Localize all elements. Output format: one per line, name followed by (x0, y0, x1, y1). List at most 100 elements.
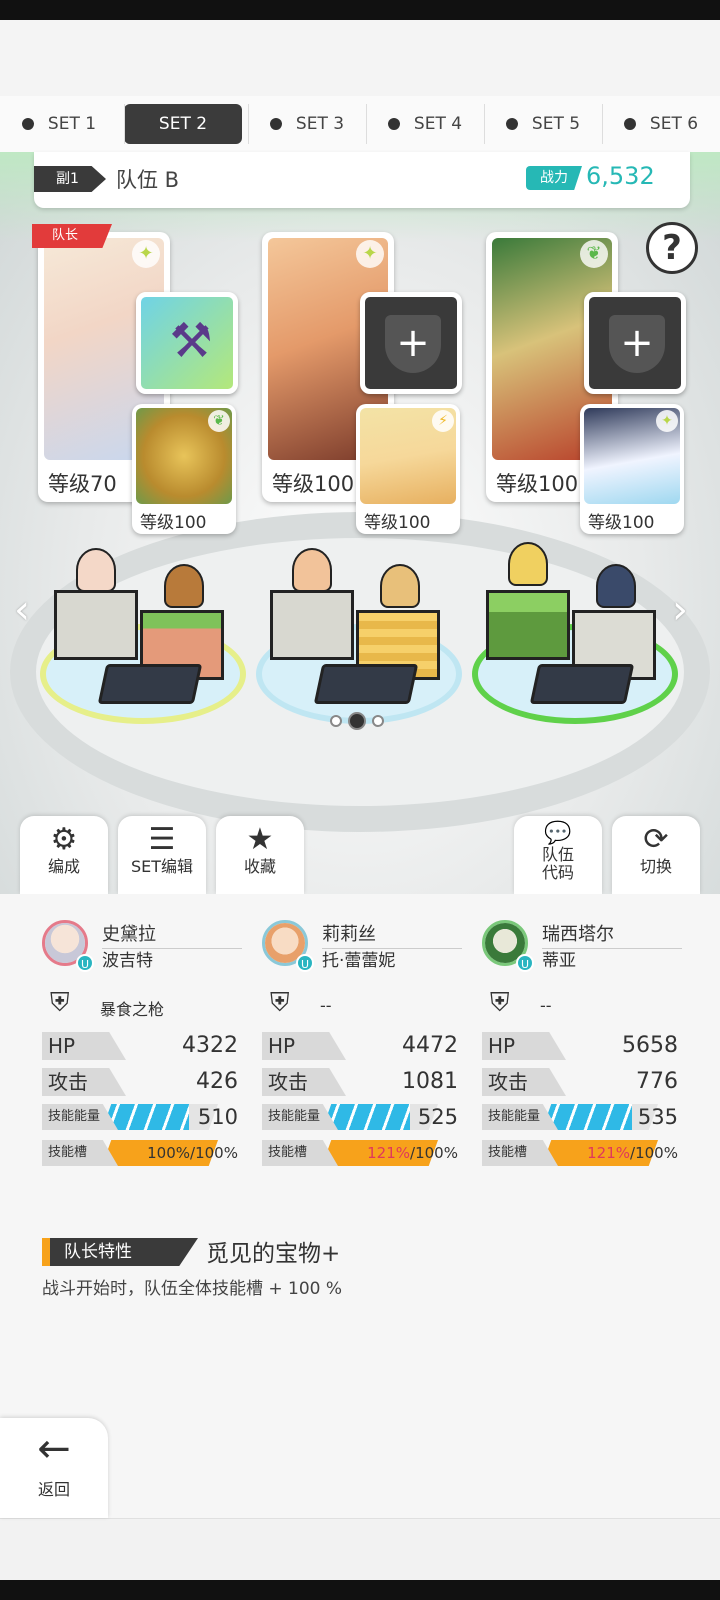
add-weapon-icon: + (385, 315, 441, 373)
switch-button[interactable]: ⟳ 切换 (612, 816, 700, 894)
hp-value: 4322 (182, 1033, 238, 1058)
dot-icon (505, 118, 518, 130)
skill-energy-value: 525 (417, 1105, 458, 1129)
chibi-hero (508, 542, 548, 586)
chevron-right-icon[interactable]: › (672, 588, 702, 632)
atk-row: 攻击 776 (482, 1068, 678, 1096)
chat-bubble-icon: 💬 (544, 821, 572, 846)
skill-slot-row: 技能槽 121%/100% (482, 1140, 678, 1166)
chibi-sub-hero (380, 564, 420, 608)
team-name[interactable]: 队伍 B (116, 164, 179, 194)
tab-set-2[interactable]: SET 2 (124, 104, 242, 144)
skill-energy-value: 535 (637, 1105, 678, 1129)
hero-platform-1[interactable] (40, 548, 246, 728)
tab-label: SET 2 (158, 114, 208, 134)
u-badge-icon: U (76, 954, 94, 972)
weapon-shield-icon: ⛨ (490, 988, 510, 1018)
hero-platform-2[interactable] (256, 548, 462, 728)
skill-slot-label: 技能槽 (482, 1140, 558, 1166)
weapon-name: -- (320, 996, 332, 1015)
hero-title: 托·蕾蕾妮 (322, 951, 396, 971)
sub-hero-card-2[interactable]: ⚡ 等级100 (356, 404, 460, 534)
formation-label: 编成 (47, 857, 80, 876)
tab-set-6[interactable]: SET 6 (602, 104, 720, 144)
hero-level: 等级100 (272, 472, 355, 496)
dot-icon (623, 118, 636, 130)
rune-tile (97, 664, 203, 704)
sub-hero-level: 等级100 (140, 513, 207, 533)
chevron-left-icon[interactable]: ‹ (14, 588, 44, 632)
hero-level: 等级100 (496, 472, 579, 496)
skill-slot-label: 技能槽 (42, 1140, 118, 1166)
hp-label: HP (262, 1032, 346, 1060)
team-code-button[interactable]: 💬 队伍 代码 (514, 816, 602, 894)
atk-row: 攻击 1081 (262, 1068, 458, 1096)
list-icon: ☰ (148, 822, 176, 857)
back-label: 返回 (37, 1480, 70, 1499)
sparkle-icon: ✦ (656, 410, 678, 432)
hammer-icon: ⚒ (169, 313, 213, 369)
weapon-shield-icon: ⛨ (50, 988, 70, 1018)
tab-label: SET 4 (413, 114, 463, 134)
grass-block (486, 590, 570, 660)
set-edit-label: SET编辑 (130, 857, 194, 876)
sub-hero-card-3[interactable]: ✦ 等级100 (580, 404, 684, 534)
chibi-hero (292, 548, 332, 592)
back-button[interactable]: ← 返回 (0, 1418, 108, 1518)
switch-arrows-icon: ⟳ (643, 822, 669, 857)
tab-set-3[interactable]: SET 3 (248, 104, 366, 144)
power-badge: 战力 (526, 166, 582, 190)
u-badge-icon: U (296, 954, 314, 972)
skill-energy-label: 技能能量 (42, 1104, 118, 1130)
atk-value: 776 (636, 1069, 678, 1094)
chibi-sub-hero (596, 564, 636, 608)
hp-value: 5658 (622, 1033, 678, 1058)
hp-row: HP 4472 (262, 1032, 458, 1060)
weapon-name: 暴食之枪 (100, 1000, 165, 1019)
weapon-shield-icon: ⛨ (270, 988, 290, 1018)
thumbs-up-star-icon: ★ (246, 822, 274, 857)
skill-energy-row: 技能能量 510 (42, 1104, 238, 1130)
hero-level: 等级70 (48, 472, 117, 496)
weapon-slot-2[interactable]: + (360, 292, 462, 394)
tab-set-1[interactable]: SET 1 (0, 104, 118, 144)
rune-tile (529, 664, 635, 704)
dot-icon (387, 118, 400, 130)
system-nav-bar (0, 1580, 720, 1600)
page-indicator (330, 712, 384, 730)
atk-label: 攻击 (42, 1068, 126, 1096)
leaf-icon: ❦ (580, 240, 608, 268)
hp-label: HP (482, 1032, 566, 1060)
weapon-slot-3[interactable]: + (584, 292, 686, 394)
tab-label: SET 3 (295, 114, 345, 134)
leader-skill-tag: 队长特性 (42, 1238, 198, 1266)
atk-value: 426 (196, 1069, 238, 1094)
atk-row: 攻击 426 (42, 1068, 238, 1096)
hero-name: 莉莉丝 (322, 920, 462, 949)
favorite-button[interactable]: ★ 收藏 (216, 816, 304, 894)
hp-row: HP 4322 (42, 1032, 238, 1060)
skill-slot-row: 技能槽 121%/100% (262, 1140, 458, 1166)
weapon-name: -- (540, 996, 552, 1015)
sparkle-icon: ✦ (356, 240, 384, 268)
help-button[interactable]: ? (646, 222, 698, 274)
formation-button[interactable]: ⚙ 编成 (20, 816, 108, 894)
atk-value: 1081 (402, 1069, 458, 1094)
tab-set-4[interactable]: SET 4 (366, 104, 484, 144)
skill-slot-value: 121%/100% (367, 1144, 458, 1162)
sub-team-badge: 副1 (34, 166, 106, 192)
hero-platform-3[interactable] (472, 542, 678, 728)
page-dot (372, 715, 384, 727)
favorite-label: 收藏 (243, 857, 276, 876)
formation-gear-icon: ⚙ (50, 822, 78, 857)
set-edit-button[interactable]: ☰ SET编辑 (118, 816, 206, 894)
tab-set-5[interactable]: SET 5 (484, 104, 602, 144)
skill-slot-row: 技能槽 100%/100% (42, 1140, 238, 1166)
chibi-hero (76, 548, 116, 592)
sub-hero-card-1[interactable]: ❦ 等级100 (132, 404, 236, 534)
skill-slot-label: 技能槽 (262, 1140, 338, 1166)
weapon-slot-1[interactable]: ⚒ (136, 292, 238, 394)
skill-slot-value: 121%/100% (587, 1144, 678, 1162)
stone-block (54, 590, 138, 660)
skill-energy-row: 技能能量 525 (262, 1104, 458, 1130)
